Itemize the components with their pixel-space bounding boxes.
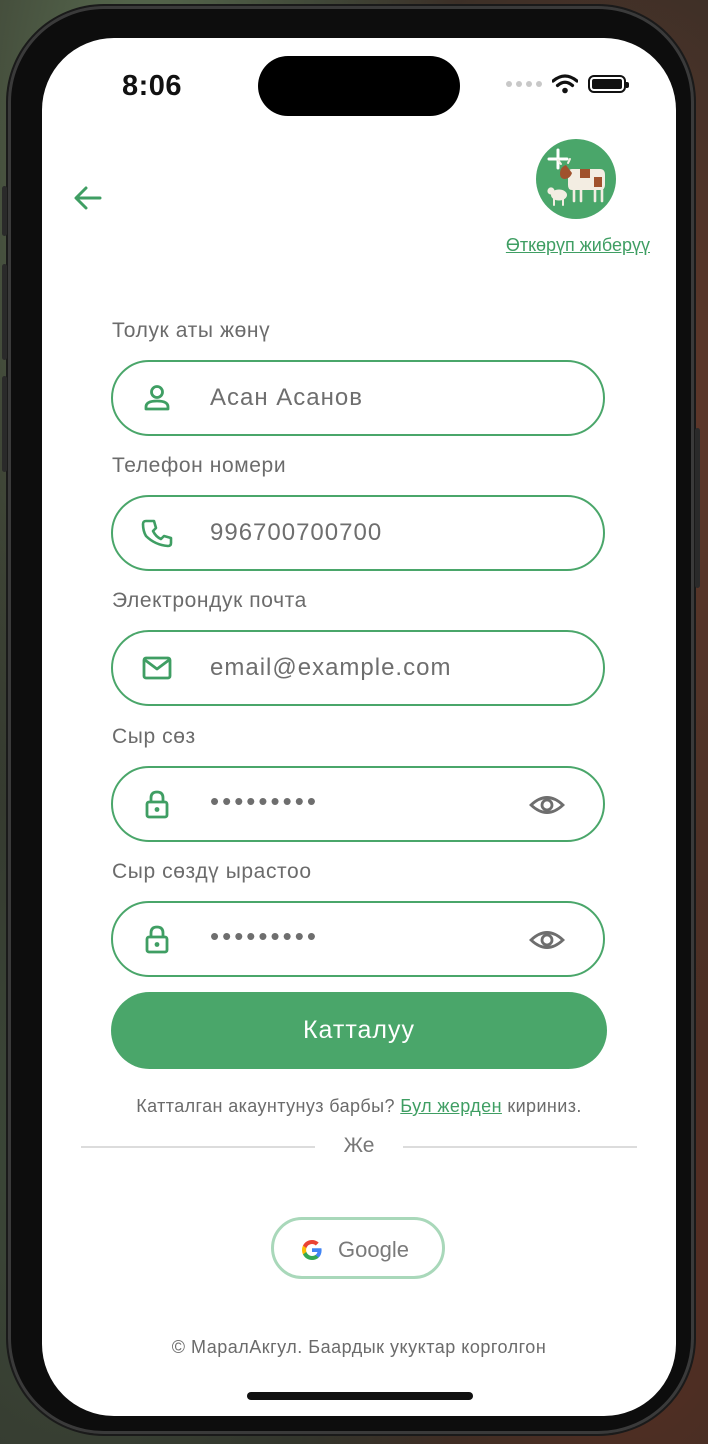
- status-time: 8:06: [122, 70, 183, 102]
- login-prompt-text: Катталган акаунтунуз барбы?: [136, 1096, 401, 1116]
- home-indicator: [247, 1392, 473, 1400]
- phone-icon: [141, 519, 173, 548]
- eye-icon[interactable]: [529, 790, 565, 820]
- email-placeholder: email@example.com: [210, 654, 452, 681]
- phone-placeholder: 996700700700: [210, 519, 383, 546]
- full-name-placeholder: Асан Асанов: [210, 384, 363, 411]
- back-arrow-icon[interactable]: [70, 180, 106, 216]
- battery-icon: [588, 75, 629, 93]
- google-signin-button[interactable]: Google: [271, 1217, 445, 1279]
- confirm-password-field[interactable]: •••••••••: [111, 901, 605, 977]
- power-button: [695, 428, 700, 588]
- copyright-footer: © МаралАкгул. Баардык укуктар корголгон: [171, 1337, 547, 1357]
- login-prompt-suffix: кириниз.: [501, 1096, 582, 1116]
- dynamic-island: [258, 56, 460, 116]
- phone-frame: 8:06 Өткөрүп жиберүү Толук аты жөнү Асан…: [2, 6, 700, 1434]
- mail-icon: [142, 656, 172, 680]
- google-icon: [302, 1240, 322, 1260]
- app-logo: [536, 139, 616, 219]
- google-button-label: Google: [338, 1237, 409, 1262]
- phone-field[interactable]: 996700700700: [111, 495, 605, 571]
- action-button: [2, 186, 7, 236]
- eye-icon[interactable]: [529, 925, 565, 955]
- confirm-password-value: •••••••••: [210, 921, 319, 951]
- lock-icon: [145, 790, 169, 819]
- register-button[interactable]: Катталуу: [111, 992, 607, 1069]
- divider-right: [403, 1146, 637, 1148]
- email-field[interactable]: email@example.com: [111, 630, 605, 706]
- lock-icon: [145, 925, 169, 954]
- cellular-signal-icon: [506, 81, 542, 87]
- status-icons: [506, 74, 629, 94]
- volume-down-button: [2, 376, 7, 472]
- confirm-password-label: Сыр сөздү ырастоо: [112, 860, 312, 883]
- password-label: Сыр сөз: [112, 725, 196, 748]
- email-label: Электрондук почта: [112, 589, 307, 612]
- full-name-label: Толук аты жөнү: [112, 319, 271, 342]
- password-field[interactable]: •••••••••: [111, 766, 605, 842]
- login-link[interactable]: Бул жерден: [400, 1096, 502, 1116]
- login-prompt: Катталган акаунтунуз барбы? Бул жерден к…: [42, 1096, 676, 1117]
- full-name-field[interactable]: Асан Асанов: [111, 360, 605, 436]
- skip-link[interactable]: Өткөрүп жиберүү: [506, 235, 650, 256]
- wifi-icon: [552, 74, 578, 94]
- phone-label: Телефон номери: [112, 454, 287, 477]
- password-value: •••••••••: [210, 786, 319, 816]
- volume-up-button: [2, 264, 7, 360]
- person-icon: [144, 385, 170, 411]
- app-screen: 8:06 Өткөрүп жиберүү Толук аты жөнү Асан…: [42, 38, 676, 1416]
